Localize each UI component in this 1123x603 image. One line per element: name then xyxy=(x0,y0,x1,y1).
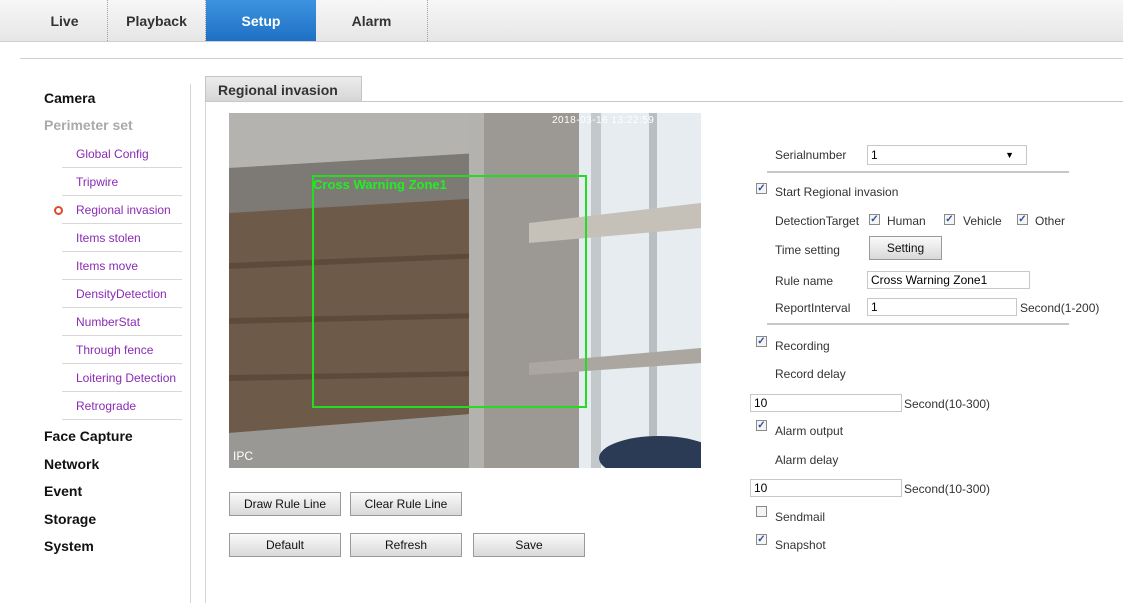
report-interval-label: ReportInterval xyxy=(775,301,851,315)
sidebar-item-label: Retrograde xyxy=(76,399,137,413)
menu-event[interactable]: Event xyxy=(44,483,82,499)
zone-label: Cross Warning Zone1 xyxy=(313,177,447,192)
serialnumber-value: 1 xyxy=(871,148,878,162)
sidebar-item-label: Through fence xyxy=(76,343,154,357)
chevron-down-icon: ▼ xyxy=(1005,150,1014,160)
vehicle-checkbox[interactable]: ✓ xyxy=(944,214,955,225)
form-divider-1 xyxy=(767,171,1069,173)
sidebar-item-tripwire[interactable]: Tripwire xyxy=(62,168,182,196)
refresh-button[interactable]: Refresh xyxy=(350,533,462,557)
sidebar-item-retrograde[interactable]: Retrograde xyxy=(62,392,182,420)
menu-camera[interactable]: Camera xyxy=(44,90,95,106)
section-tab-regional-invasion: Regional invasion xyxy=(205,76,362,101)
content-divider xyxy=(205,76,206,603)
sidebar-item-label: Regional invasion xyxy=(76,203,171,217)
clear-rule-line-button[interactable]: Clear Rule Line xyxy=(350,492,462,516)
tab-playback[interactable]: Playback xyxy=(108,0,206,41)
sidebar-item-label: NumberStat xyxy=(76,315,141,329)
alarm-delay-input[interactable]: 10 xyxy=(750,479,902,497)
sidebar-item-items-move[interactable]: Items move xyxy=(62,252,182,280)
time-setting-label: Time setting xyxy=(775,243,840,257)
vehicle-label: Vehicle xyxy=(963,214,1002,228)
serialnumber-label: Serialnumber xyxy=(775,148,847,162)
start-regional-label: Start Regional invasion xyxy=(775,185,899,199)
snapshot-label: Snapshot xyxy=(775,538,826,552)
alarm-output-checkbox[interactable]: ✓ xyxy=(756,420,767,431)
tab-live[interactable]: Live xyxy=(22,0,108,41)
menu-storage[interactable]: Storage xyxy=(44,511,96,527)
osd-ipc-label: IPC xyxy=(233,449,254,463)
video-preview[interactable]: Cross Warning Zone1 2018-03-16 13:22:59 … xyxy=(229,113,701,468)
alarm-delay-label: Alarm delay xyxy=(775,453,839,467)
draw-rule-line-button[interactable]: Draw Rule Line xyxy=(229,492,341,516)
rule-name-label: Rule name xyxy=(775,274,834,288)
record-delay-unit: Second(10-300) xyxy=(904,397,991,411)
osd-timestamp: 2018-03-16 13:22:59 xyxy=(552,115,655,126)
warning-zone-rectangle[interactable] xyxy=(312,175,587,408)
sidebar-item-items-stolen[interactable]: Items stolen xyxy=(62,224,182,252)
human-checkbox[interactable]: ✓ xyxy=(869,214,880,225)
menu-perimeter-set[interactable]: Perimeter set xyxy=(44,117,133,133)
record-delay-input[interactable]: 10 xyxy=(750,394,902,412)
menu-network[interactable]: Network xyxy=(44,456,99,472)
sidebar-divider xyxy=(190,84,191,603)
sendmail-checkbox[interactable] xyxy=(756,506,767,517)
sidebar-item-label: Tripwire xyxy=(76,175,119,189)
serialnumber-select[interactable]: 1 ▼ xyxy=(867,145,1027,165)
content-top-divider xyxy=(20,58,1123,59)
record-delay-label: Record delay xyxy=(775,367,846,381)
sidebar-item-label: Items move xyxy=(76,259,139,273)
rule-name-input[interactable]: Cross Warning Zone1 xyxy=(867,271,1030,289)
sidebar-item-global-config[interactable]: Global Config xyxy=(62,140,182,168)
sidebar-item-label: DensityDetection xyxy=(76,287,167,301)
sidebar-item-through-fence[interactable]: Through fence xyxy=(62,336,182,364)
snapshot-checkbox[interactable]: ✓ xyxy=(756,534,767,545)
menu-system[interactable]: System xyxy=(44,538,94,554)
human-label: Human xyxy=(887,214,926,228)
start-regional-checkbox[interactable]: ✓ xyxy=(756,183,767,194)
recording-checkbox[interactable]: ✓ xyxy=(756,336,767,347)
active-dot-icon xyxy=(54,206,63,215)
sidebar-item-density-detection[interactable]: DensityDetection xyxy=(62,280,182,308)
form-divider-2 xyxy=(767,323,1069,325)
section-underline xyxy=(205,101,1123,102)
menu-face-capture[interactable]: Face Capture xyxy=(44,428,133,444)
other-label: Other xyxy=(1035,214,1066,228)
report-interval-input[interactable]: 1 xyxy=(867,298,1017,316)
sendmail-label: Sendmail xyxy=(775,510,826,524)
save-button[interactable]: Save xyxy=(473,533,585,557)
top-nav: Live Playback Setup Alarm xyxy=(0,0,1123,42)
sidebar-item-number-stat[interactable]: NumberStat xyxy=(62,308,182,336)
alarm-delay-unit: Second(10-300) xyxy=(904,482,991,496)
sidebar-item-regional-invasion[interactable]: Regional invasion xyxy=(54,196,182,224)
sidebar-item-loitering-detection[interactable]: Loitering Detection xyxy=(62,364,182,392)
sidebar-item-label: Loitering Detection xyxy=(76,371,177,385)
alarm-output-label: Alarm output xyxy=(775,424,844,438)
sidebar-item-label: Items stolen xyxy=(76,231,141,245)
tab-setup[interactable]: Setup xyxy=(206,0,316,41)
default-button[interactable]: Default xyxy=(229,533,341,557)
setting-button[interactable]: Setting xyxy=(869,236,942,260)
tab-alarm[interactable]: Alarm xyxy=(316,0,428,41)
detection-target-label: DetectionTarget xyxy=(775,214,860,228)
recording-label: Recording xyxy=(775,339,830,353)
sidebar-item-label: Global Config xyxy=(76,147,149,161)
report-interval-unit: Second(1-200) xyxy=(1020,301,1100,315)
other-checkbox[interactable]: ✓ xyxy=(1017,214,1028,225)
